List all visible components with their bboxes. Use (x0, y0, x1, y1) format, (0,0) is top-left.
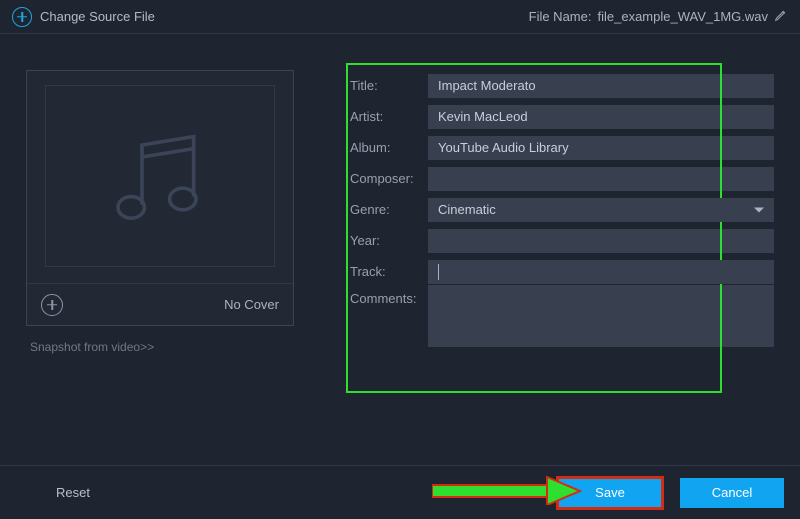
plus-circle-icon (12, 7, 32, 27)
metadata-form: Title: Artist: Album: Composer: Genre: C… (350, 70, 780, 354)
row-title: Title: (350, 70, 780, 101)
genre-value: Cinematic (438, 202, 496, 217)
save-button[interactable]: Save (558, 478, 662, 508)
chevron-down-icon (754, 207, 764, 212)
title-label: Title: (350, 78, 428, 93)
title-input[interactable] (428, 74, 774, 98)
genre-select[interactable]: Cinematic (428, 198, 774, 222)
main-area: No Cover Snapshot from video>> Title: Ar… (0, 34, 800, 354)
genre-label: Genre: (350, 202, 428, 217)
cover-box: No Cover (26, 70, 294, 326)
composer-input[interactable] (428, 167, 774, 191)
row-album: Album: (350, 132, 780, 163)
row-composer: Composer: (350, 163, 780, 194)
top-bar: Change Source File File Name: file_examp… (0, 0, 800, 34)
file-name-value: file_example_WAV_1MG.wav (597, 9, 768, 24)
cover-bottom-bar: No Cover (27, 283, 293, 325)
music-note-icon (100, 115, 220, 238)
no-cover-label: No Cover (224, 297, 279, 312)
track-label: Track: (350, 264, 428, 279)
change-source-button[interactable]: Change Source File (12, 7, 155, 27)
row-comments: Comments: (350, 285, 780, 347)
cover-art-placeholder (45, 85, 275, 267)
comments-label: Comments: (350, 285, 428, 306)
row-artist: Artist: (350, 101, 780, 132)
track-input[interactable] (428, 260, 774, 284)
comments-input[interactable] (428, 285, 774, 347)
artist-input[interactable] (428, 105, 774, 129)
text-caret (438, 264, 439, 280)
edit-filename-button[interactable] (774, 8, 788, 25)
row-track: Track: (350, 256, 780, 287)
cancel-button[interactable]: Cancel (680, 478, 784, 508)
row-genre: Genre: Cinematic (350, 194, 780, 225)
album-input[interactable] (428, 136, 774, 160)
album-label: Album: (350, 140, 428, 155)
reset-button[interactable]: Reset (56, 485, 90, 500)
file-name-display: File Name: file_example_WAV_1MG.wav (529, 8, 788, 25)
artist-label: Artist: (350, 109, 428, 124)
footer-bar: Reset Save Cancel (0, 465, 800, 519)
snapshot-from-video-link[interactable]: Snapshot from video>> (30, 340, 154, 354)
composer-label: Composer: (350, 171, 428, 186)
row-year: Year: (350, 225, 780, 256)
change-source-label: Change Source File (40, 9, 155, 24)
year-input[interactable] (428, 229, 774, 253)
cover-column: No Cover Snapshot from video>> (20, 70, 310, 354)
add-cover-button[interactable] (41, 294, 63, 316)
year-label: Year: (350, 233, 428, 248)
file-name-label: File Name: (529, 9, 592, 24)
footer-buttons: Save Cancel (558, 478, 784, 508)
